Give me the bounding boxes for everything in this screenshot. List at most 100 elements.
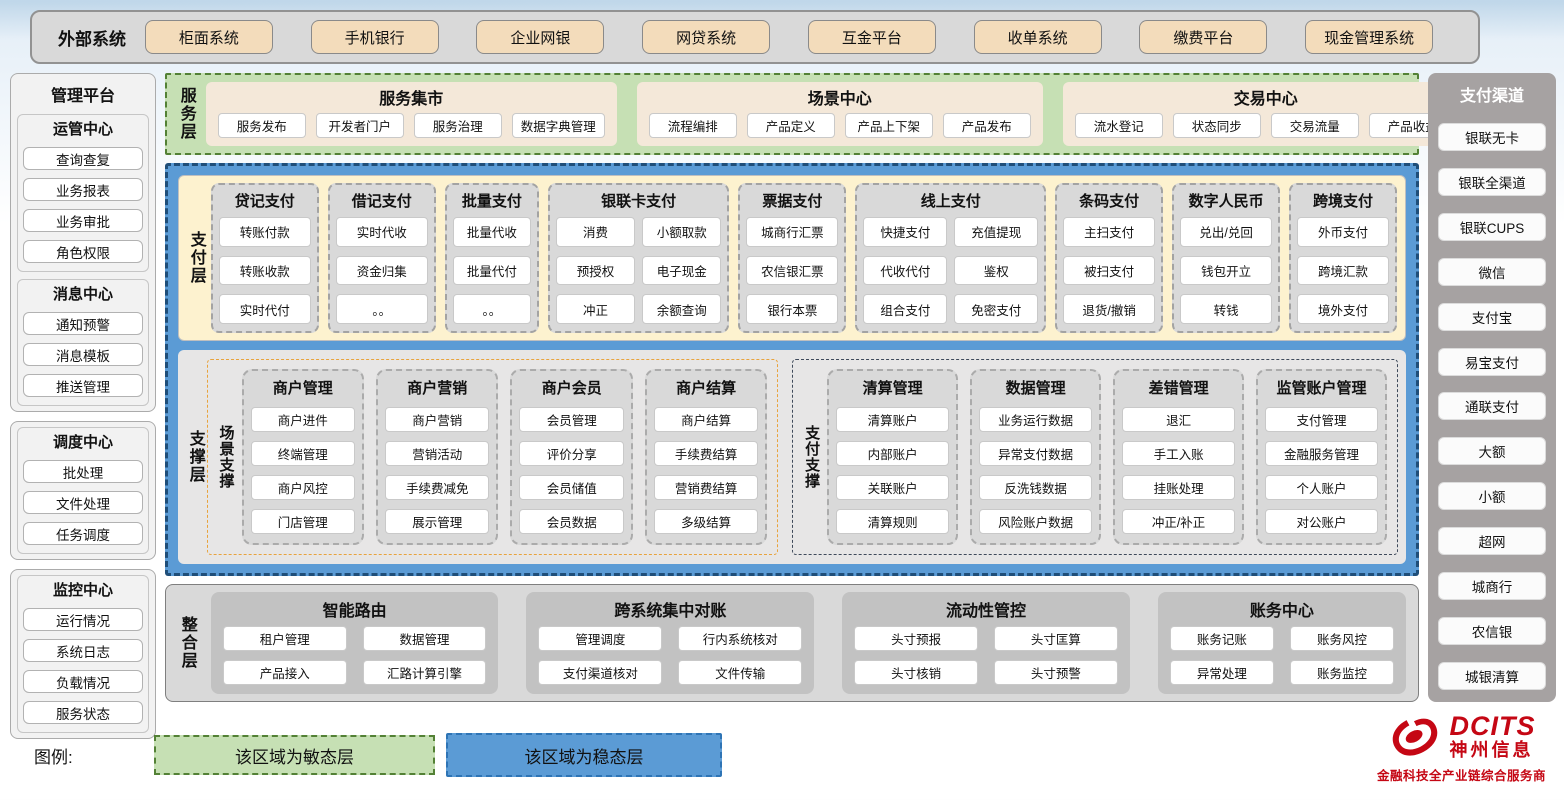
- payment-channel-box: 银联无卡: [1438, 123, 1546, 151]
- support-group-title: 商户管理: [251, 377, 355, 398]
- payment-layer-groups: 贷记支付转账付款转账收款实时代付借记支付实时代收资金归集。。批量支付批量代收批量…: [211, 183, 1397, 333]
- payment-group: 贷记支付转账付款转账收款实时代付: [211, 183, 319, 333]
- external-system-box: 柜面系统: [145, 20, 273, 54]
- payment-item-box: 银行本票: [746, 294, 838, 324]
- management-item-box: 批处理: [23, 460, 143, 483]
- payment-item-box: 实时代收: [336, 217, 428, 247]
- payment-group: 借记支付实时代收资金归集。。: [328, 183, 436, 333]
- external-systems-bar: 外部系统 柜面系统手机银行企业网银网贷系统互金平台收单系统缴费平台现金管理系统: [30, 10, 1480, 64]
- support-group: 商户结算商户结算手续费结算营销费结算多级结算: [645, 369, 767, 545]
- integration-item-box: 数据管理: [363, 626, 487, 651]
- management-item-box: 业务审批: [23, 209, 143, 232]
- integration-item-box: 头寸匡算: [994, 626, 1118, 651]
- support-item-box: 终端管理: [251, 441, 355, 466]
- external-system-box: 网贷系统: [642, 20, 770, 54]
- service-item-box: 产品定义: [747, 113, 835, 138]
- management-item-box: 文件处理: [23, 491, 143, 514]
- support-item-box: 门店管理: [251, 509, 355, 534]
- support-item-box: 清算账户: [836, 407, 949, 432]
- support-section-label: 场景支撑: [218, 369, 234, 545]
- service-layer: 服务层 服务集市服务发布开发者门户服务治理数据字典管理场景中心流程编排产品定义产…: [165, 73, 1419, 155]
- payment-group: 线上支付快捷支付充值提现代收代付鉴权组合支付免密支付: [855, 183, 1046, 333]
- payment-item-box: 主扫支付: [1063, 217, 1155, 247]
- integration-group: 智能路由租户管理数据管理产品接入汇路计算引擎: [211, 592, 499, 694]
- support-item-box: 商户结算: [654, 407, 758, 432]
- management-group-title: 运管中心: [23, 118, 143, 139]
- support-item-box: 个人账户: [1265, 475, 1378, 500]
- payment-item-box: 城商行汇票: [746, 217, 838, 247]
- support-item-box: 商户营销: [385, 407, 489, 432]
- support-item-box: 评价分享: [519, 441, 623, 466]
- support-group: 数据管理业务运行数据异常支付数据反洗钱数据风险账户数据: [970, 369, 1101, 545]
- management-platform-sidebar: 管理平台运管中心查询查复业务报表业务审批角色权限消息中心通知预警消息模板推送管理…: [10, 73, 156, 702]
- service-item-box: 流水登记: [1075, 113, 1163, 138]
- external-system-box: 手机银行: [311, 20, 439, 54]
- support-item-box: 展示管理: [385, 509, 489, 534]
- payment-layer-label: 支付层: [187, 183, 204, 333]
- payment-channel-box: 小额: [1438, 482, 1546, 510]
- architecture-main: 服务层 服务集市服务发布开发者门户服务治理数据字典管理场景中心流程编排产品定义产…: [165, 73, 1419, 702]
- payment-item-box: 批量代付: [453, 256, 531, 286]
- integration-item-box: 头寸核销: [854, 660, 978, 685]
- support-item-box: 反洗钱数据: [979, 475, 1092, 500]
- support-item-box: 手工入账: [1122, 441, 1235, 466]
- service-group-items: 服务发布开发者门户服务治理数据字典管理: [218, 113, 605, 138]
- service-item-box: 交易流量: [1271, 113, 1359, 138]
- management-item-box: 运行情况: [23, 608, 143, 631]
- management-platform-title: 管理平台: [17, 79, 149, 107]
- payment-item-box: 农信银汇票: [746, 256, 838, 286]
- integration-group-items: 账务记账账务风控异常处理账务监控: [1170, 626, 1394, 685]
- support-group-title: 差错管理: [1122, 377, 1235, 398]
- support-group: 商户管理商户进件终端管理商户风控门店管理: [242, 369, 364, 545]
- integration-group: 流动性管控头寸预报头寸匡算头寸核销头寸预警: [842, 592, 1130, 694]
- payment-item-box: 鉴权: [954, 256, 1038, 286]
- payment-item-box: 转账付款: [219, 217, 311, 247]
- management-group: 运管中心查询查复业务报表业务审批角色权限: [17, 114, 149, 272]
- payment-platform-architecture: 外部系统 柜面系统手机银行企业网银网贷系统互金平台收单系统缴费平台现金管理系统 …: [0, 0, 1564, 800]
- management-item-box: 消息模板: [23, 343, 143, 366]
- support-item-box: 风险账户数据: [979, 509, 1092, 534]
- payment-group-items: 实时代收资金归集。。: [336, 217, 428, 324]
- management-item-box: 服务状态: [23, 701, 143, 724]
- external-systems-items: 柜面系统手机银行企业网银网贷系统互金平台收单系统缴费平台现金管理系统: [126, 20, 1452, 54]
- payment-item-box: 跨境汇款: [1297, 256, 1389, 286]
- support-section-label: 支付支撑: [803, 369, 819, 545]
- external-system-box: 收单系统: [974, 20, 1102, 54]
- support-item-box: 冲正/补正: [1122, 509, 1235, 534]
- payment-item-box: 被扫支付: [1063, 256, 1155, 286]
- payment-group-title: 数字人民币: [1180, 190, 1272, 211]
- support-section: 场景支撑商户管理商户进件终端管理商户风控门店管理商户营销商户营销营销活动手续费减…: [207, 359, 779, 555]
- integration-layer: 整合层 智能路由租户管理数据管理产品接入汇路计算引擎跨系统集中对账管理调度行内系…: [165, 584, 1419, 702]
- external-system-box: 缴费平台: [1139, 20, 1267, 54]
- payment-group-items: 批量代收批量代付。。: [453, 217, 531, 324]
- dcits-swirl-icon: [1387, 712, 1443, 760]
- payment-item-box: 批量代收: [453, 217, 531, 247]
- service-group-items: 流水登记状态同步交易流量产品收益: [1075, 113, 1457, 138]
- integration-group-title: 账务中心: [1170, 597, 1394, 621]
- payment-group-items: 消费小额取款预授权电子现金冲正余额查询: [556, 217, 722, 324]
- support-group-title: 数据管理: [979, 377, 1092, 398]
- payment-item-box: 转账收款: [219, 256, 311, 286]
- management-item-box: 任务调度: [23, 522, 143, 545]
- payment-channel-box: 微信: [1438, 258, 1546, 286]
- integration-item-box: 头寸预警: [994, 660, 1118, 685]
- architecture-body: 管理平台运管中心查询查复业务报表业务审批角色权限消息中心通知预警消息模板推送管理…: [10, 73, 1556, 702]
- payment-channel-box: 城商行: [1438, 572, 1546, 600]
- management-group-title: 消息中心: [23, 283, 143, 304]
- support-group: 监管账户管理支付管理金融服务管理个人账户对公账户: [1256, 369, 1387, 545]
- payment-item-box: 。。: [336, 294, 428, 324]
- integration-group-items: 管理调度行内系统核对支付渠道核对文件传输: [538, 626, 802, 685]
- integration-group-title: 流动性管控: [854, 597, 1118, 621]
- support-item-box: 多级结算: [654, 509, 758, 534]
- support-item-box: 异常支付数据: [979, 441, 1092, 466]
- management-item-box: 通知预警: [23, 312, 143, 335]
- support-group: 商户营销商户营销营销活动手续费减免展示管理: [376, 369, 498, 545]
- legend-label: 图例:: [34, 743, 154, 768]
- legend-stable-box: 该区域为稳态层: [446, 733, 722, 777]
- payment-group-title: 借记支付: [336, 190, 428, 211]
- payment-group: 银联卡支付消费小额取款预授权电子现金冲正余额查询: [548, 183, 730, 333]
- service-item-box: 数据字典管理: [512, 113, 605, 138]
- management-panel: 管理平台运管中心查询查复业务报表业务审批角色权限消息中心通知预警消息模板推送管理: [10, 73, 156, 412]
- external-systems-title: 外部系统: [58, 25, 126, 50]
- integration-item-box: 产品接入: [223, 660, 347, 685]
